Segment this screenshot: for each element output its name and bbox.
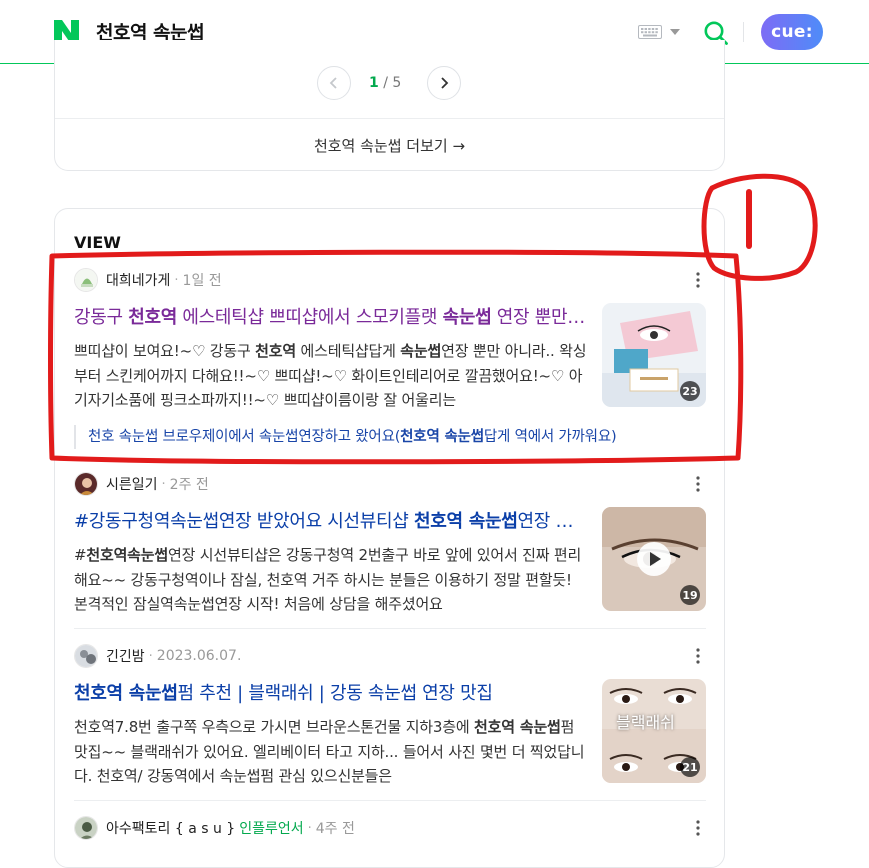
avatar[interactable] — [74, 268, 98, 292]
author-row: 대희네가게 · 1일 전 — [74, 267, 222, 293]
post-snippet[interactable]: 천호역7.8번 출구쪽 우측으로 가시면 브라운스톤건물 지하3층에 천호역 속… — [74, 715, 587, 789]
page-indicator: 1 / 5 — [369, 75, 401, 91]
post-time: 1일 전 — [182, 273, 222, 289]
post-title-link[interactable]: #강동구청역속눈썹연장 받았어요 시선뷰티샵 천호역 속눈썹연장 잘하는곳 — [74, 507, 589, 533]
list-item: 시른일기 · 2주 전 #강동구청역속눈썹연장 받았어요 시선뷰티샵 천호역 속… — [74, 471, 706, 631]
author-name[interactable]: 대희네가게 — [106, 270, 170, 290]
keyboard-icon[interactable] — [638, 25, 662, 39]
author-name[interactable]: 긴긴밤 — [106, 646, 145, 666]
list-item: 긴긴밤 · 2023.06.07. 천호역 속눈썹펌 추천 | 블랙래쉬 | 강… — [74, 643, 706, 803]
item-divider — [74, 628, 706, 629]
list-item: 대희네가게 · 1일 전 강동구 천호역 에스테틱샵 쁘띠샵에서 스모키플랫 속… — [74, 267, 706, 467]
cue-button[interactable]: cue: — [761, 14, 823, 50]
header-divider — [743, 22, 744, 42]
post-time: 4주 전 — [315, 821, 355, 837]
post-time: 2023.06.07. — [156, 648, 242, 664]
post-snippet[interactable]: 쁘띠샵이 보여요!~♡ 강동구 천호역 에스테틱샵답게 속눈썹연장 뿐만 아니라… — [74, 339, 587, 413]
section-title: VIEW — [74, 233, 121, 252]
avatar[interactable] — [74, 472, 98, 496]
chevron-right-icon — [441, 77, 449, 89]
more-options-icon[interactable] — [690, 271, 706, 289]
avatar[interactable] — [74, 816, 98, 840]
view-section-card: VIEW 대희네가게 · 1일 전 강동구 천호역 에스테틱샵 쁘띠샵에서 스모… — [54, 208, 725, 868]
more-results-link[interactable]: 천호역 속눈썹 더보기 → — [55, 118, 724, 171]
chevron-left-icon — [329, 77, 337, 89]
post-title-link[interactable]: 강동구 천호역 에스테틱샵 쁘띠샵에서 스모키플랫 속눈썹 연장 뿐만 아니라 — [74, 303, 589, 329]
avatar[interactable] — [74, 644, 98, 668]
author-name[interactable]: 시른일기 — [106, 474, 158, 494]
separator-dot: · — [174, 272, 179, 288]
chevron-down-icon[interactable] — [670, 28, 680, 36]
more-options-icon[interactable] — [690, 647, 706, 665]
play-video-icon[interactable] — [636, 541, 672, 577]
post-title-link[interactable]: 천호역 속눈썹펌 추천 | 블랙래쉬 | 강동 속눈썹 연장 맛집 — [74, 679, 589, 705]
item-divider — [74, 800, 706, 801]
next-page-button[interactable] — [427, 66, 461, 100]
list-item: 아수팩토리 { a s u } 인플루언서 · 4주 전 — [74, 815, 706, 845]
author-name[interactable]: 아수팩토리 { a s u } — [106, 818, 235, 838]
prev-section-card: 1 / 5 천호역 속눈썹 더보기 → — [54, 40, 725, 171]
image-count-badge: 21 — [680, 757, 700, 777]
separator-dot: · — [161, 476, 166, 492]
more-options-icon[interactable] — [690, 819, 706, 837]
total-pages: 5 — [392, 75, 402, 91]
post-thumbnail[interactable]: 23 — [602, 303, 706, 407]
author-row: 긴긴밤 · 2023.06.07. — [74, 643, 241, 669]
image-count-badge: 19 — [680, 585, 700, 605]
related-post-link[interactable]: 천호 속눈썹 브로우제이에서 속눈썹연장하고 왔어요(천호역 속눈썹답게 역에서… — [74, 425, 617, 449]
post-snippet[interactable]: #천호역속눈썹연장 시선뷰티샵은 강동구청역 2번출구 바로 앞에 있어서 진짜… — [74, 543, 587, 617]
influencer-badge[interactable]: 인플루언서 — [239, 818, 303, 838]
image-count-badge: 23 — [680, 381, 700, 401]
post-thumbnail[interactable]: 19 — [602, 507, 706, 611]
post-time: 2주 전 — [169, 477, 209, 493]
current-page: 1 — [369, 75, 379, 91]
separator-dot: · — [148, 648, 153, 664]
author-row: 아수팩토리 { a s u } 인플루언서 · 4주 전 — [74, 815, 355, 841]
separator-dot: · — [307, 820, 312, 836]
prev-page-button[interactable] — [317, 66, 351, 100]
post-thumbnail[interactable]: 블랙래쉬 21 — [602, 679, 706, 783]
author-row: 시른일기 · 2주 전 — [74, 471, 209, 497]
more-options-icon[interactable] — [690, 475, 706, 493]
thumbnail-caption: 블랙래쉬 — [616, 713, 675, 732]
page-separator: / — [383, 75, 388, 91]
